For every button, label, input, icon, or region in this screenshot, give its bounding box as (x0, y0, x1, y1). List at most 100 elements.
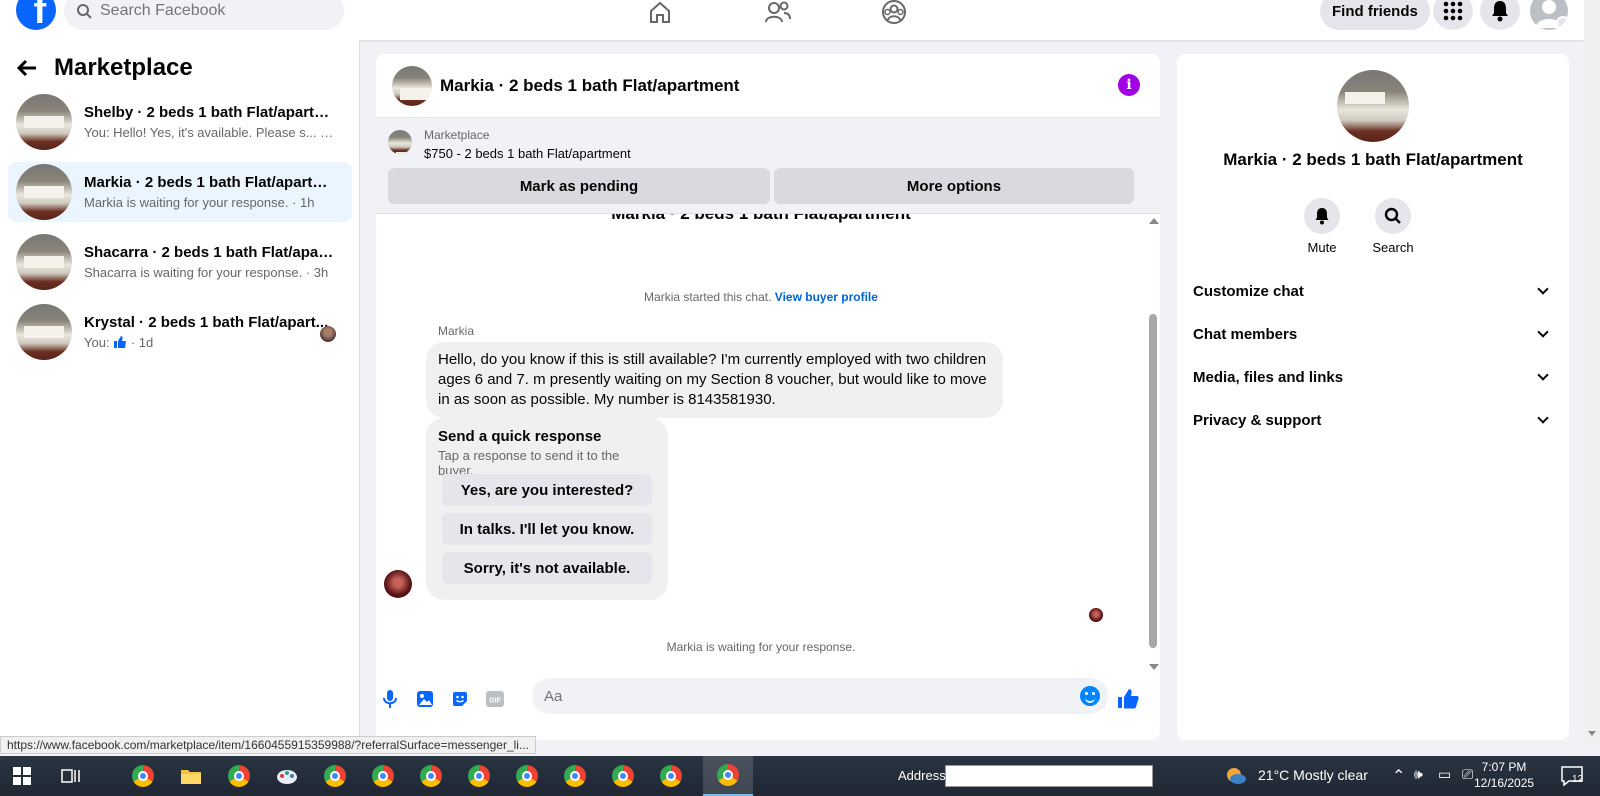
scroll-up-arrow[interactable] (1149, 218, 1159, 224)
groups-icon[interactable] (874, 0, 914, 30)
seen-avatar (1089, 608, 1103, 622)
chevron-up-icon[interactable]: ⌃ (1392, 766, 1405, 786)
clock-date: 12/16/2025 (1474, 776, 1535, 790)
chevron-down-icon[interactable] (1556, 16, 1568, 30)
emoji-icon[interactable] (1080, 686, 1100, 706)
photo-icon[interactable] (413, 687, 437, 711)
chrome-profile-icon[interactable] (607, 760, 639, 792)
mute-label: Mute (1307, 240, 1337, 255)
listing-thumbnail (16, 234, 72, 290)
weather-text[interactable]: 21°C Mostly clear (1258, 767, 1368, 783)
bell-icon[interactable] (1480, 0, 1520, 30)
quick-response-in-talks[interactable]: In talks. I'll let you know. (442, 513, 652, 545)
chrome-icon[interactable] (127, 760, 159, 792)
chevron-down-icon (1537, 412, 1549, 424)
page-scrollbar[interactable] (1584, 0, 1600, 740)
facebook-logo[interactable]: f (16, 0, 56, 30)
info-icon[interactable]: i (1118, 74, 1140, 96)
weather-icon[interactable] (1220, 760, 1252, 792)
chat-started-text: Markia started this chat. (644, 290, 772, 304)
waiting-notice: Markia is waiting for your response. (666, 640, 856, 654)
windows-start-icon[interactable] (6, 760, 38, 792)
chrome-profile-icon[interactable] (511, 760, 543, 792)
chat-members-section[interactable]: Chat members (1193, 319, 1553, 349)
conversation-name: Markia · 2 beds 1 bath Flat/apartm... (84, 174, 334, 191)
chrome-profile-icon[interactable] (319, 760, 351, 792)
conversation-item[interactable]: Krystal · 2 beds 1 bath Flat/apart... Yo… (8, 302, 352, 362)
scroll-down-arrow[interactable] (1588, 731, 1596, 736)
chat-started-notice: Markia started this chat. View buyer pro… (376, 290, 1146, 304)
sender-avatar[interactable] (384, 570, 412, 598)
chevron-down-icon (1537, 326, 1549, 338)
chat-title[interactable]: Markia · 2 beds 1 bath Flat/apartment (440, 76, 739, 96)
media-files-links-section[interactable]: Media, files and links (1193, 362, 1553, 392)
file-explorer-icon[interactable] (175, 760, 207, 792)
profile-avatar[interactable] (1530, 0, 1568, 30)
listing-thumbnail[interactable] (392, 65, 432, 106)
quick-response-not-available[interactable]: Sorry, it's not available. (442, 552, 652, 584)
address-toolbar-input[interactable] (945, 765, 1153, 787)
friends-icon[interactable] (758, 0, 798, 30)
customize-chat-section[interactable]: Customize chat (1193, 276, 1553, 306)
notification-center-icon[interactable]: 12 (1556, 760, 1588, 792)
listing-thumbnail (16, 94, 72, 150)
mark-as-pending-button[interactable]: Mark as pending (388, 168, 770, 204)
scroll-down-arrow[interactable] (1149, 664, 1159, 670)
search-input[interactable] (100, 2, 320, 20)
scroll-thumb[interactable] (1149, 314, 1157, 648)
chrome-profile-icon[interactable] (463, 760, 495, 792)
thumbs-up-icon[interactable] (1116, 687, 1140, 711)
conversation-preview: You: (84, 335, 110, 350)
sticker-icon[interactable] (448, 687, 472, 711)
chat-scrollbar[interactable] (1146, 214, 1160, 670)
address-label: Address (898, 768, 946, 783)
message-composer: GIF (376, 674, 1160, 740)
chrome-profile-icon[interactable] (367, 760, 399, 792)
listing-price[interactable]: $750 - 2 beds 1 bath Flat/apartment (424, 146, 631, 161)
back-arrow-icon[interactable] (16, 58, 38, 78)
microphone-icon[interactable] (378, 687, 402, 711)
conversation-item-active[interactable]: Markia · 2 beds 1 bath Flat/apartm... Ma… (8, 162, 352, 222)
chrome-profile-icon[interactable] (655, 760, 687, 792)
conversation-time: · 3h (305, 265, 329, 280)
chrome-profile-icon[interactable] (415, 760, 447, 792)
mute-button[interactable]: Mute (1292, 198, 1352, 255)
chrome-profile-icon[interactable] (223, 760, 255, 792)
quick-response-yes[interactable]: Yes, are you interested? (442, 474, 652, 506)
notification-count: 12 (1572, 774, 1584, 785)
task-view-icon[interactable] (55, 760, 87, 792)
system-clock[interactable]: 7:07 PM 12/16/2025 (1474, 759, 1534, 791)
conversation-preview: Markia is waiting for your response. (84, 195, 289, 210)
listing-thumbnail (16, 304, 72, 360)
conversation-time: · 1m (320, 125, 334, 140)
home-icon[interactable] (640, 0, 680, 30)
search-conversation-button[interactable]: Search (1363, 198, 1423, 255)
conversation-item[interactable]: Shelby · 2 beds 1 bath Flat/apartm... Yo… (8, 92, 352, 152)
more-options-button[interactable]: More options (774, 168, 1134, 204)
conversation-item[interactable]: Shacarra · 2 beds 1 bath Flat/apart... S… (8, 232, 352, 292)
incoming-message: Hello, do you know if this is still avai… (426, 342, 1003, 418)
privacy-support-section[interactable]: Privacy & support (1193, 405, 1553, 435)
conversation-preview: You: Hello! Yes, it's available. Please … (84, 125, 317, 140)
clock-time: 7:07 PM (1481, 760, 1527, 774)
network-icon[interactable]: ⎚ (1462, 766, 1473, 783)
gif-icon[interactable]: GIF (483, 687, 507, 711)
conversation-intro-title: Markia · 2 beds 1 bath Flat/apartment (376, 214, 1146, 224)
listing-thumbnail-small[interactable] (388, 130, 412, 154)
chevron-down-icon (1537, 283, 1549, 295)
display-icon[interactable]: ▭ (1438, 766, 1451, 783)
chevron-down-icon (1537, 369, 1549, 381)
search-box[interactable] (64, 0, 344, 30)
listing-thumbnail-large[interactable] (1337, 70, 1409, 142)
view-buyer-profile-link[interactable]: View buyer profile (775, 290, 878, 304)
listing-thumbnail (16, 164, 72, 220)
chrome-active-icon[interactable] (703, 756, 753, 796)
find-friends-button[interactable]: Find friends (1320, 0, 1430, 30)
grid-menu-icon[interactable] (1433, 0, 1473, 30)
message-input[interactable] (532, 678, 1108, 714)
chrome-profile-icon[interactable] (559, 760, 591, 792)
status-bar-url: https://www.facebook.com/marketplace/ite… (0, 736, 536, 754)
paint-icon[interactable] (271, 760, 303, 792)
search-icon (1384, 207, 1401, 224)
speaker-icon[interactable]: 🕪 (1414, 766, 1423, 783)
